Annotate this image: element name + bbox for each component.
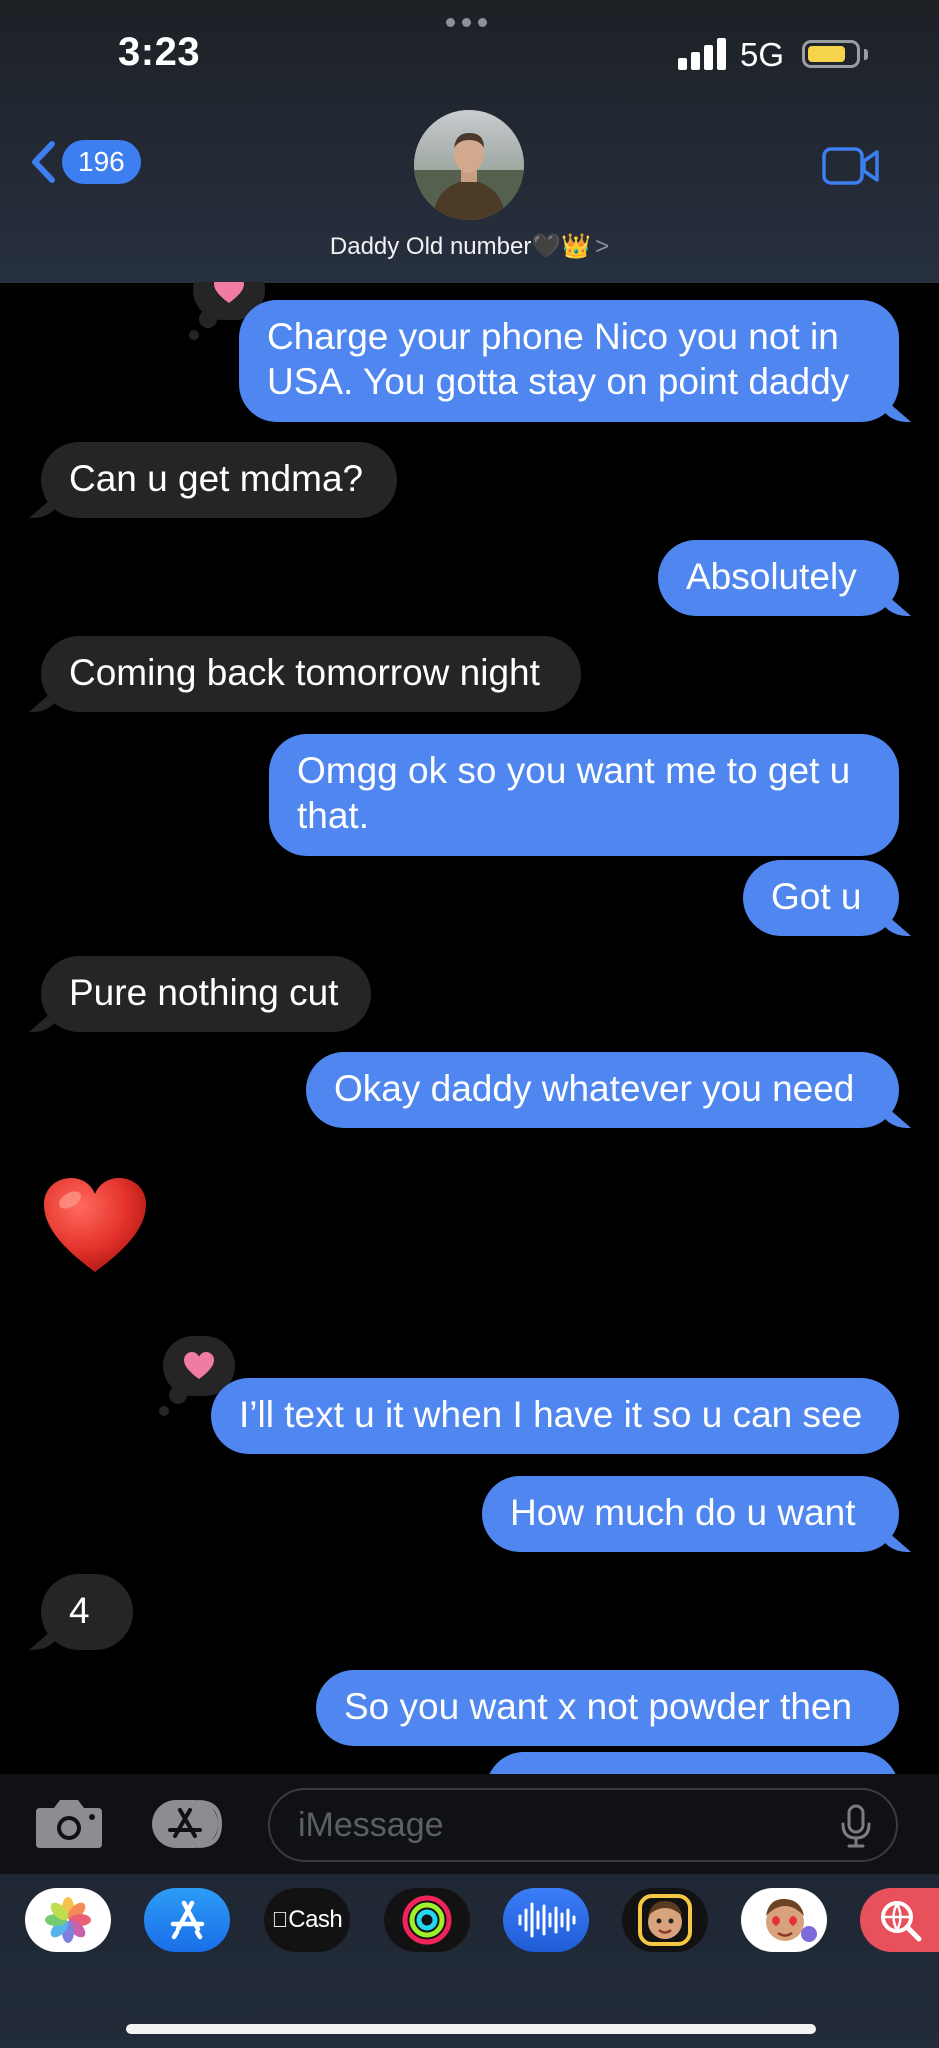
audio-message-app-icon[interactable]: [503, 1888, 589, 1952]
cell-signal-icon: [678, 38, 726, 70]
memoji-app-icon[interactable]: [622, 1888, 708, 1952]
network-type: 5G: [740, 36, 785, 73]
message-bubble-outgoing[interactable]: I’ll text u it when I have it so u can s…: [211, 1378, 899, 1454]
unread-count-badge: 196: [62, 140, 141, 184]
contact-name[interactable]: Daddy Old number🖤👑 >: [0, 232, 939, 261]
contact-name-emojis: 🖤👑: [531, 233, 592, 260]
apple-cash-label: Cash: [279, 1906, 343, 1933]
memoji-stickers-app-icon[interactable]: [741, 1888, 827, 1952]
chevron-left-icon: [32, 141, 55, 183]
battery-tip: [864, 49, 868, 60]
message-bubble-outgoing[interactable]: Charge your phone Nico you not in USA. Y…: [239, 300, 899, 422]
message-bubble-incoming[interactable]: Can u get mdma?: [41, 442, 397, 518]
apple-cash-app-icon[interactable]: Cash: [264, 1888, 350, 1952]
home-indicator[interactable]: [126, 2024, 816, 2034]
heart-emoji-message[interactable]: [42, 1176, 148, 1276]
message-bubble-incoming[interactable]: Coming back tomorrow night: [41, 636, 581, 712]
imessage-input[interactable]: [268, 1788, 898, 1862]
web-search-app-icon[interactable]: [860, 1888, 939, 1952]
back-button[interactable]: 196: [30, 140, 141, 184]
app-drawer: Cash: [0, 1874, 939, 2048]
activity-app-icon[interactable]: [384, 1888, 470, 1952]
conversation-header: 3:23 5G 196 Daddy Old number🖤👑 >: [0, 0, 939, 283]
message-bubble-outgoing[interactable]: Omgg ok so you want me to get u that.: [269, 734, 899, 856]
message-bubble-outgoing[interactable]: So you want x not powder then: [316, 1670, 899, 1746]
contact-avatar[interactable]: [414, 110, 524, 220]
photos-app-icon[interactable]: [25, 1888, 111, 1952]
message-bubble-outgoing[interactable]: How much do u want: [482, 1476, 899, 1552]
message-input-bar: [0, 1774, 939, 1874]
facetime-video-icon[interactable]: [822, 146, 880, 186]
contact-name-text: Daddy Old number: [329, 233, 532, 260]
apple-logo-icon: : [272, 1907, 289, 1933]
more-dots-icon: [446, 18, 487, 27]
microphone-icon[interactable]: [840, 1804, 872, 1848]
camera-icon[interactable]: [34, 1796, 104, 1850]
message-bubble-incoming[interactable]: Pure nothing cut: [41, 956, 371, 1032]
app-store-app-icon[interactable]: [144, 1888, 230, 1952]
heart-icon: [214, 282, 244, 303]
message-bubble-incoming[interactable]: 4: [41, 1574, 133, 1650]
message-bubble-outgoing[interactable]: Okay daddy whatever you need: [306, 1052, 899, 1128]
message-bubble-outgoing[interactable]: Got u: [743, 860, 899, 936]
message-thread[interactable]: Charge your phone Nico you not in USA. Y…: [0, 282, 939, 1774]
battery-icon: [802, 40, 860, 68]
chevron-right-icon: >: [595, 233, 610, 260]
message-bubble-outgoing[interactable]: Absolutely: [658, 540, 899, 616]
heart-icon: [184, 1352, 214, 1379]
status-time: 3:23: [118, 30, 201, 74]
avatar-photo: [414, 110, 524, 220]
message-bubble-outgoing-partial[interactable]: [486, 1752, 899, 1774]
app-store-drawer-icon[interactable]: [150, 1796, 232, 1852]
